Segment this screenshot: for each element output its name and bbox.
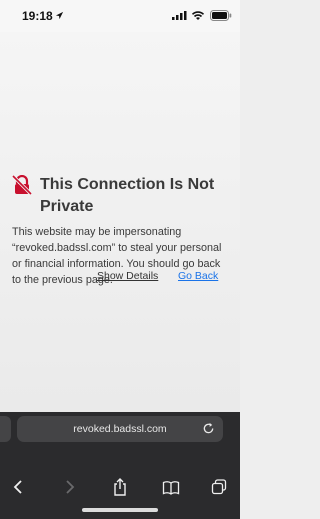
address-bar[interactable]: revoked.badssl.com [17, 416, 223, 442]
reload-icon[interactable] [202, 422, 215, 435]
forward-button[interactable] [58, 475, 82, 499]
cellular-signal-icon [172, 11, 187, 20]
back-button[interactable] [6, 475, 30, 499]
previous-tab-peek[interactable] [0, 416, 11, 442]
bookmarks-button[interactable] [159, 475, 183, 499]
tabs-button[interactable] [207, 475, 231, 499]
status-bar: 19:18 [0, 0, 240, 32]
back-icon [13, 480, 22, 494]
broken-lock-icon [12, 175, 32, 195]
share-button[interactable] [108, 475, 132, 499]
wifi-icon [191, 11, 205, 20]
share-icon [114, 478, 126, 496]
address-bar-url: revoked.badssl.com [73, 423, 167, 435]
error-page: This Connection Is Not Private This webs… [0, 32, 240, 412]
tabs-icon [211, 479, 227, 495]
status-time: 19:18 [22, 9, 53, 23]
battery-icon [210, 10, 232, 21]
show-details-link[interactable]: Show Details [97, 270, 158, 282]
location-arrow-icon [55, 11, 64, 20]
go-back-link[interactable]: Go Back [178, 270, 218, 282]
forward-icon [66, 480, 75, 494]
bookmarks-icon [162, 480, 180, 495]
page-title: This Connection Is Not Private [40, 176, 215, 215]
home-indicator [82, 508, 158, 512]
